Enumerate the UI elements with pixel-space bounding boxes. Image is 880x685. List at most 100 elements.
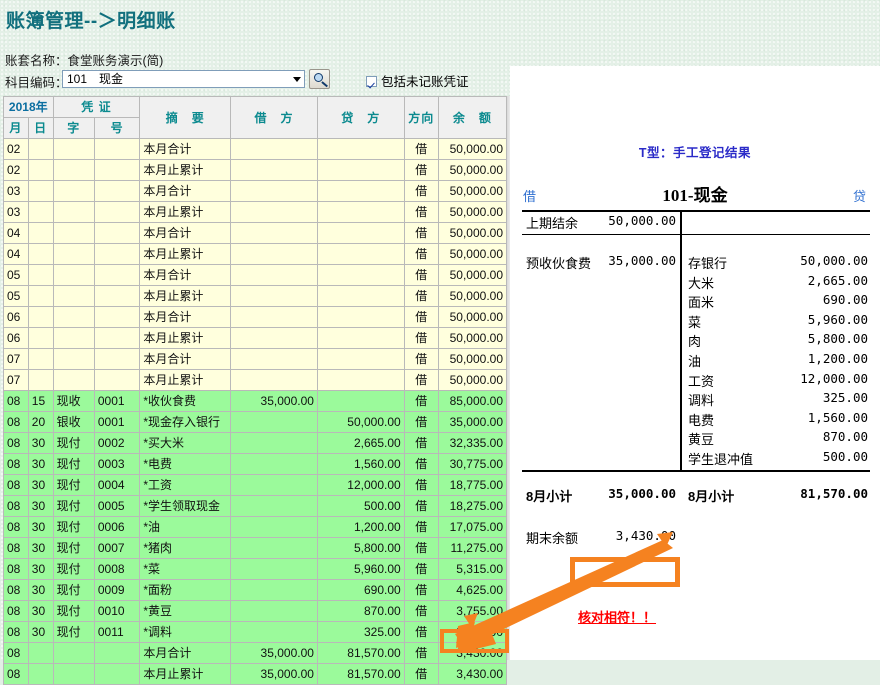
table-row[interactable]: 05 本月止累计 借 50,000.00 [3, 285, 508, 307]
cell-d: 30 [27, 600, 54, 622]
cell-credit [316, 390, 405, 412]
cell-m: 08 [3, 495, 29, 517]
cell-credit: 2,665.00 [316, 432, 405, 454]
cell-balance: 85,000.00 [437, 390, 508, 412]
cell-m: 06 [3, 327, 29, 349]
table-row[interactable]: 08 本月止累计 35,000.00 81,570.00 借 3,430.00 [3, 663, 508, 685]
cell-d: 30 [27, 495, 54, 517]
cell-d: 30 [27, 432, 54, 454]
cell-h [93, 348, 141, 370]
cell-m: 03 [3, 201, 29, 223]
table-row[interactable]: 08 30 现付 0006 *油 1,200.00 借 17,075.00 [3, 516, 508, 538]
cell-credit [316, 243, 405, 265]
cell-debit [230, 264, 318, 286]
table-row[interactable]: 08 30 现付 0008 *菜 5,960.00 借 5,315.00 [3, 558, 508, 580]
cell-z [52, 243, 95, 265]
cell-z [52, 306, 95, 328]
cell-m: 04 [3, 222, 29, 244]
table-row[interactable]: 07 本月合计 借 50,000.00 [3, 348, 508, 370]
cell-summary: 本月合计 [139, 348, 232, 370]
cell-d [27, 180, 54, 202]
col-voucher-type: 字 [52, 117, 95, 139]
cell-credit: 50,000.00 [316, 411, 405, 433]
t-account-vertical-rule [680, 210, 682, 472]
cell-dir: 借 [403, 558, 439, 580]
table-row[interactable]: 08 30 现付 0002 *买大米 2,665.00 借 32,335.00 [3, 432, 508, 454]
table-row[interactable]: 08 30 现付 0004 *工资 12,000.00 借 18,775.00 [3, 474, 508, 496]
chevron-down-icon[interactable] [293, 77, 301, 82]
search-button[interactable] [309, 69, 330, 89]
cell-h: 0009 [93, 579, 141, 601]
cell-h: 0006 [93, 516, 141, 538]
table-row[interactable]: 08 本月合计 35,000.00 81,570.00 借 3,430.00 [3, 642, 508, 664]
cell-h [93, 327, 141, 349]
credit-entry-name: 黄豆 [688, 432, 715, 448]
cell-h [93, 138, 141, 160]
cell-balance: 50,000.00 [437, 243, 508, 265]
table-row[interactable]: 08 15 现收 0001 *收伙食费 35,000.00 借 85,000.00 [3, 390, 508, 412]
cell-balance: 50,000.00 [437, 285, 508, 307]
subject-code-select[interactable]: 101 现金 [62, 70, 305, 88]
cell-z [52, 642, 95, 664]
cell-d [27, 306, 54, 328]
cell-d [27, 642, 54, 664]
cell-summary: 本月合计 [139, 222, 232, 244]
col-balance: 余 额 [437, 96, 508, 139]
subject-code-value: 101 现金 [67, 72, 124, 86]
table-row[interactable]: 06 本月止累计 借 50,000.00 [3, 327, 508, 349]
cell-h: 0001 [93, 411, 141, 433]
table-row[interactable]: 08 30 现付 0009 *面粉 690.00 借 4,625.00 [3, 579, 508, 601]
table-row[interactable]: 08 30 现付 0003 *电费 1,560.00 借 30,775.00 [3, 453, 508, 475]
cell-d: 30 [27, 453, 54, 475]
cell-debit [230, 327, 318, 349]
table-row[interactable]: 07 本月止累计 借 50,000.00 [3, 369, 508, 391]
table-row[interactable]: 03 本月止累计 借 50,000.00 [3, 201, 508, 223]
cell-dir: 借 [403, 327, 439, 349]
cell-d: 30 [27, 537, 54, 559]
cell-balance: 50,000.00 [437, 306, 508, 328]
include-unposted-checkbox[interactable]: 包括未记账凭证 [366, 71, 469, 90]
cell-balance: 18,775.00 [437, 474, 508, 496]
cell-balance: 50,000.00 [437, 348, 508, 370]
cell-balance: 50,000.00 [437, 201, 508, 223]
cell-h [93, 159, 141, 181]
page-title: 账簿管理--＞明细账 [6, 11, 176, 32]
debit-subtotal-amount: 35,000.00 [608, 486, 676, 501]
cell-balance: 32,335.00 [437, 432, 508, 454]
cell-h [93, 285, 141, 307]
cell-dir: 借 [403, 411, 439, 433]
table-row[interactable]: 02 本月止累计 借 50,000.00 [3, 159, 508, 181]
table-row[interactable]: 02 本月合计 借 50,000.00 [3, 138, 508, 160]
checkbox-check-icon[interactable] [366, 76, 377, 87]
cell-credit: 690.00 [316, 579, 405, 601]
table-row[interactable]: 06 本月合计 借 50,000.00 [3, 306, 508, 328]
t-account-caption: T型：手工登记结果 [638, 146, 752, 160]
table-row[interactable]: 05 本月合计 借 50,000.00 [3, 264, 508, 286]
table-row[interactable]: 08 30 现付 0007 *猪肉 5,800.00 借 11,275.00 [3, 537, 508, 559]
cell-credit [316, 327, 405, 349]
cell-z [52, 201, 95, 223]
magnifier-handle-icon [321, 81, 328, 88]
table-row[interactable]: 08 30 现付 0010 *黄豆 870.00 借 3,755.00 [3, 600, 508, 622]
cell-z: 现付 [52, 558, 95, 580]
cell-summary: 本月止累计 [139, 369, 232, 391]
credit-entry-amount: 2,665.00 [807, 272, 868, 288]
cell-credit [316, 306, 405, 328]
cell-balance: 11,275.00 [437, 537, 508, 559]
table-row[interactable]: 08 30 现付 0011 *调料 325.00 借 3,430.00 [3, 621, 508, 643]
table-row[interactable]: 08 30 现付 0005 *学生领取现金 500.00 借 18,275.00 [3, 495, 508, 517]
cell-dir: 借 [403, 621, 439, 643]
cell-credit [316, 348, 405, 370]
cell-debit [230, 516, 318, 538]
table-row[interactable]: 08 20 银收 0001 *现金存入银行 50,000.00 借 35,000.00 [3, 411, 508, 433]
t-account-title: 101-现金 [662, 186, 728, 205]
table-row[interactable]: 03 本月合计 借 50,000.00 [3, 180, 508, 202]
cell-dir: 借 [403, 432, 439, 454]
cell-m: 07 [3, 348, 29, 370]
cell-dir: 借 [403, 663, 439, 685]
ledger-table[interactable]: 2018年 凭 证 摘 要 借 方 贷 方 方向 余 额 月 日 字 号 02 本… [3, 96, 508, 685]
table-row[interactable]: 04 本月止累计 借 50,000.00 [3, 243, 508, 265]
table-row[interactable]: 04 本月合计 借 50,000.00 [3, 222, 508, 244]
col-voucher-no: 号 [93, 117, 141, 139]
cell-d [27, 138, 54, 160]
